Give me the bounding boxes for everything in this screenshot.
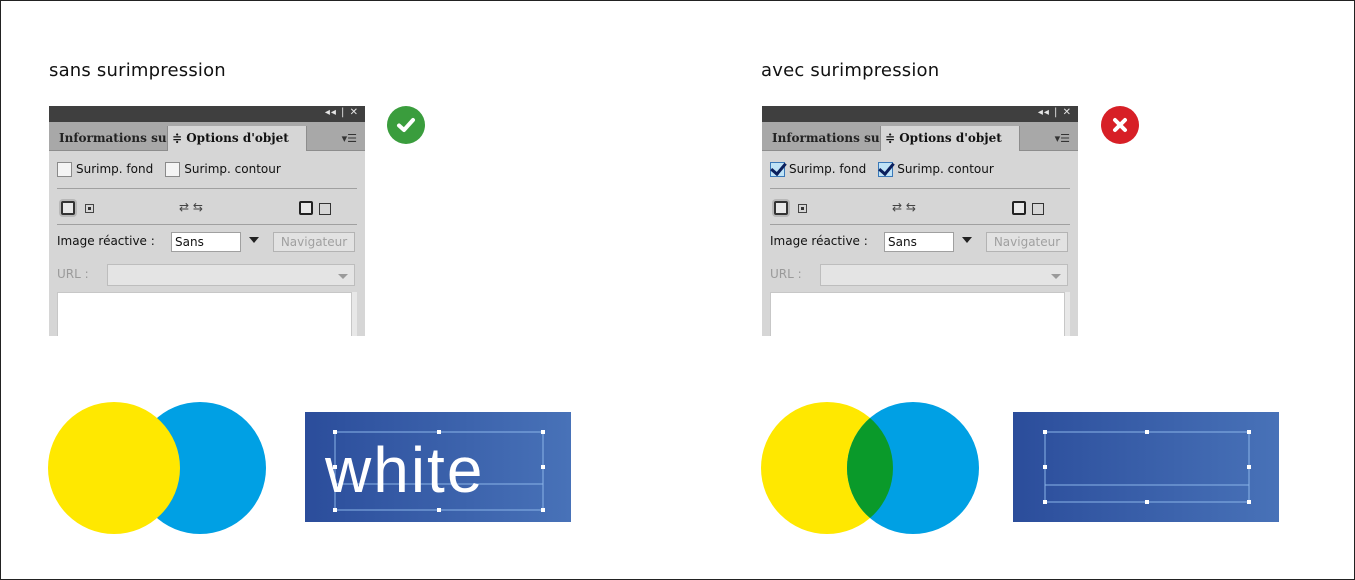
display-mode-small-icon[interactable] (798, 204, 807, 213)
panel-menu-icon[interactable]: ▾☰ (342, 132, 357, 145)
white-text: white (324, 434, 484, 506)
navigator-button[interactable]: Navigateur (986, 232, 1068, 252)
overlay-front-icon[interactable] (299, 201, 313, 215)
chevron-down-icon[interactable] (338, 274, 348, 279)
image-reactive-select[interactable]: Sans (171, 232, 241, 252)
tab-informations[interactable]: Informations su (764, 126, 880, 150)
venn-diagram-overprint (761, 402, 979, 534)
panel-tabs: Informations su ≑ Options d'objet ▾☰ (762, 122, 1078, 151)
notes-textarea[interactable] (57, 292, 352, 336)
blue-rectangle: white (305, 412, 571, 522)
chevron-down-icon[interactable] (249, 237, 259, 243)
surimp-contour-label: Surimp. contour (184, 162, 281, 176)
tab-options-objet[interactable]: ≑ Options d'objet (167, 126, 307, 151)
separator (770, 188, 1070, 189)
surimp-contour-checkbox[interactable] (165, 161, 181, 177)
url-label: URL : (770, 267, 802, 281)
image-reactive-label: Image réactive : (770, 234, 868, 248)
image-reactive-label: Image réactive : (57, 234, 155, 248)
surimp-contour-checkbox[interactable] (878, 161, 894, 177)
separator (57, 188, 357, 189)
cross-icon (1101, 106, 1139, 144)
surimp-fond-checkbox[interactable] (57, 161, 72, 177)
direction-arrows-icon[interactable]: ⇄ ⇆ (892, 200, 928, 214)
scrollbar[interactable] (352, 292, 357, 336)
overprint-row: Surimp. fond Surimp. contour (770, 158, 1006, 180)
separator (770, 224, 1070, 225)
display-mode-small-icon[interactable] (85, 204, 94, 213)
panel-window-controls[interactable]: ◂◂ | ✕ (1038, 107, 1072, 118)
display-mode-icon[interactable] (61, 201, 75, 215)
image-reactive-select[interactable]: Sans (884, 232, 954, 252)
overlay-back-icon[interactable] (1032, 203, 1044, 215)
panel-menu-icon[interactable]: ▾☰ (1055, 132, 1070, 145)
panel-topbar: ◂◂ | ✕ (762, 106, 1078, 122)
url-field[interactable] (820, 264, 1068, 286)
right-title: avec surimpression (761, 60, 940, 81)
direction-arrows-icon[interactable]: ⇄ ⇆ (179, 200, 215, 214)
blue-rectangle (1013, 412, 1279, 522)
surimp-fond-label: Surimp. fond (76, 162, 154, 176)
panel-topbar: ◂◂ | ✕ (49, 106, 365, 122)
notes-textarea[interactable] (770, 292, 1065, 336)
object-options-panel: ◂◂ | ✕ Informations su ≑ Options d'objet… (49, 106, 365, 336)
navigator-button[interactable]: Navigateur (273, 232, 355, 252)
yellow-circle (48, 402, 180, 534)
surimp-fond-checkbox[interactable] (770, 161, 785, 177)
panel-tabs: Informations su ≑ Options d'objet ▾☰ (49, 122, 365, 151)
left-title: sans surimpression (49, 60, 226, 81)
panel-window-controls[interactable]: ◂◂ | ✕ (325, 107, 359, 118)
object-options-panel: ◂◂ | ✕ Informations su ≑ Options d'objet… (762, 106, 1078, 336)
right-column: avec surimpression ◂◂ | ✕ Informations s… (713, 0, 1355, 580)
surimp-fond-label: Surimp. fond (789, 162, 867, 176)
venn-diagram (48, 402, 266, 534)
overprint-row: Surimp. fond Surimp. contour (57, 158, 293, 180)
overlay-back-icon[interactable] (319, 203, 331, 215)
url-field[interactable] (107, 264, 355, 286)
surimp-contour-label: Surimp. contour (897, 162, 994, 176)
chevron-down-icon[interactable] (962, 237, 972, 243)
separator (57, 224, 357, 225)
chevron-down-icon[interactable] (1051, 274, 1061, 279)
url-label: URL : (57, 267, 89, 281)
display-mode-icon[interactable] (774, 201, 788, 215)
check-icon (387, 106, 425, 144)
left-column: sans surimpression ◂◂ | ✕ Informations s… (0, 0, 678, 580)
tab-options-objet[interactable]: ≑ Options d'objet (880, 126, 1020, 151)
scrollbar[interactable] (1065, 292, 1070, 336)
tab-informations[interactable]: Informations su (51, 126, 167, 150)
overlay-front-icon[interactable] (1012, 201, 1026, 215)
